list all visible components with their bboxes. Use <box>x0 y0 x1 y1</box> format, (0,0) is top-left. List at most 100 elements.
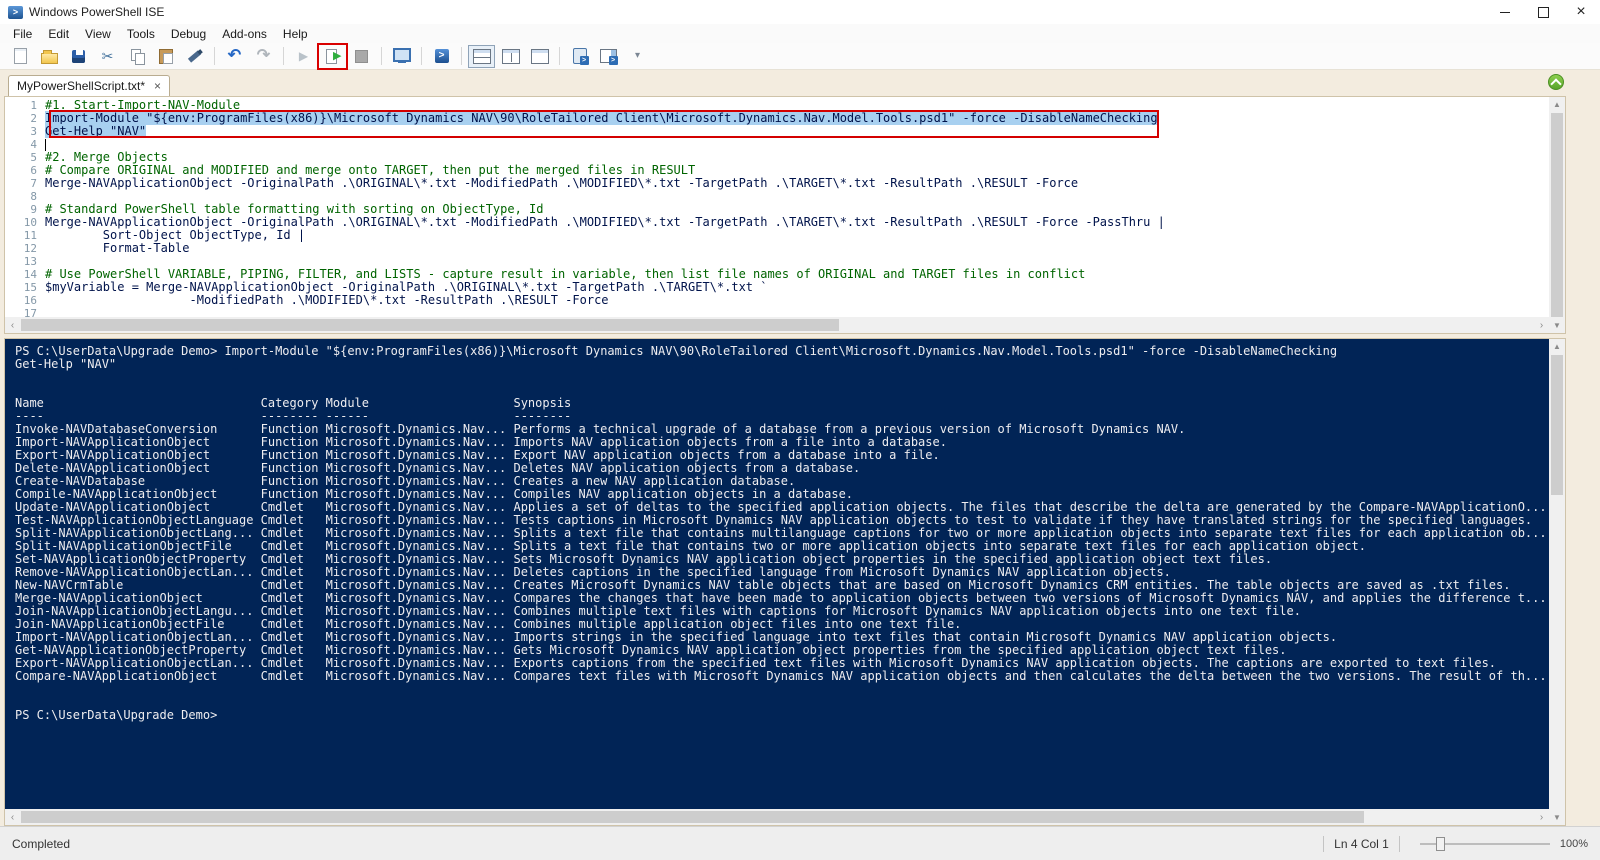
table-row: Invoke-NAVDatabaseConversionFunctionMicr… <box>15 423 1549 436</box>
table-header-category: Category <box>261 397 326 410</box>
console-zone: PS C:\UserData\Upgrade Demo> Import-Modu… <box>4 338 1566 826</box>
show-script-pane-right-button[interactable] <box>497 45 524 68</box>
scroll-left-icon[interactable]: ‹ <box>5 317 20 333</box>
console-output[interactable]: PS C:\UserData\Upgrade Demo> Import-Modu… <box>5 339 1549 809</box>
console-vscroll-thumb[interactable] <box>1551 355 1563 495</box>
show-script-pane-top-button[interactable] <box>468 45 495 68</box>
menu-item-file[interactable]: File <box>6 25 39 43</box>
console-hscroll-thumb[interactable] <box>21 811 1364 823</box>
tab-strip: MyPowerShellScript.txt* × <box>4 70 1566 96</box>
scroll-down-icon[interactable]: ▼ <box>1549 810 1565 825</box>
table-row: Compile-NAVApplicationObjectFunctionMicr… <box>15 488 1549 501</box>
table-row-module: Microsoft.Dynamics.Nav... <box>326 501 514 514</box>
editor-hscroll-thumb[interactable] <box>21 319 839 331</box>
restore-button[interactable] <box>1524 0 1562 24</box>
table-row-module: Microsoft.Dynamics.Nav... <box>326 514 514 527</box>
console-vertical-scrollbar[interactable]: ▲ ▼ <box>1549 339 1565 825</box>
line-number: 10 <box>5 216 45 229</box>
line-number: 2 <box>5 112 45 125</box>
close-button[interactable] <box>1562 0 1600 24</box>
table-row-synopsis: Compares the changes that have been made… <box>513 592 1549 605</box>
console-command-line: PS C:\UserData\Upgrade Demo> Import-Modu… <box>15 345 1549 358</box>
minimize-button[interactable] <box>1486 0 1524 24</box>
scroll-down-icon[interactable]: ▼ <box>1549 318 1565 333</box>
table-row-category: Cmdlet <box>261 592 326 605</box>
editor-vscroll-thumb[interactable] <box>1551 113 1563 317</box>
console-line <box>15 696 1549 709</box>
table-underline-synopsis: -------- <box>513 410 1549 423</box>
table-header: NameCategoryModuleSynopsis <box>15 397 1549 410</box>
table-header-synopsis: Synopsis <box>513 397 1549 410</box>
new-script-button[interactable] <box>7 45 34 68</box>
editor-horizontal-scrollbar[interactable]: ‹ › <box>5 317 1549 333</box>
table-row: Update-NAVApplicationObjectCmdletMicroso… <box>15 501 1549 514</box>
menu-item-debug[interactable]: Debug <box>164 25 213 43</box>
table-row-synopsis: Compiles NAV application objects in a da… <box>513 488 1549 501</box>
stop-operation-button[interactable] <box>348 45 375 68</box>
copy-button[interactable] <box>123 45 150 68</box>
script-editor[interactable]: 1#1. Start-Import-NAV-Module2Import-Modu… <box>5 97 1549 317</box>
table-row: Create-NAVDatabaseFunctionMicrosoft.Dyna… <box>15 475 1549 488</box>
editor-vertical-scrollbar[interactable]: ▲ ▼ <box>1549 97 1565 333</box>
code-text: Merge-NAVApplicationObject -OriginalPath… <box>45 177 1078 190</box>
scroll-up-icon[interactable]: ▲ <box>1549 339 1565 354</box>
toolbar-separator <box>559 47 560 65</box>
code-text: Import-Module "${env:ProgramFiles(x86)}\… <box>45 112 1158 125</box>
line-number: 16 <box>5 294 45 307</box>
table-row-name: Join-NAVApplicationObjectLangu... <box>15 605 261 618</box>
console-horizontal-scrollbar[interactable]: ‹ › <box>5 809 1549 825</box>
run-script-button[interactable] <box>290 45 317 68</box>
table-row-name: Compare-NAVApplicationObject <box>15 670 261 683</box>
collapse-script-pane-button[interactable] <box>1548 74 1564 90</box>
table-row-synopsis: Compares text files with Microsoft Dynam… <box>513 670 1549 683</box>
open-script-button[interactable] <box>36 45 63 68</box>
save-button[interactable] <box>65 45 92 68</box>
zoom-slider-thumb[interactable] <box>1436 837 1445 851</box>
line-number: 17 <box>5 307 45 317</box>
show-script-pane-maximized-button[interactable] <box>526 45 553 68</box>
table-row-category: Cmdlet <box>261 670 326 683</box>
copy-icon <box>128 47 146 65</box>
table-row-module: Microsoft.Dynamics.Nav... <box>326 436 514 449</box>
show-command-window-button[interactable] <box>566 45 593 68</box>
stop-operation-icon <box>353 47 371 65</box>
table-row-name: Split-NAVApplicationObjectLang... <box>15 527 261 540</box>
toolbar <box>0 43 1600 70</box>
table-row-module: Microsoft.Dynamics.Nav... <box>326 462 514 475</box>
table-row-name: Split-NAVApplicationObjectFile <box>15 540 261 553</box>
table-row-module: Microsoft.Dynamics.Nav... <box>326 644 514 657</box>
menu-item-view[interactable]: View <box>78 25 118 43</box>
table-row-name: Update-NAVApplicationObject <box>15 501 261 514</box>
menu-item-tools[interactable]: Tools <box>120 25 162 43</box>
scroll-up-icon[interactable]: ▲ <box>1549 97 1565 112</box>
table-row-module: Microsoft.Dynamics.Nav... <box>326 631 514 644</box>
script-tab[interactable]: MyPowerShellScript.txt* × <box>8 75 170 96</box>
run-selection-button[interactable] <box>319 45 346 68</box>
redo-button[interactable] <box>250 45 277 68</box>
table-row-name: Import-NAVApplicationObjectLan... <box>15 631 261 644</box>
table-row-module: Microsoft.Dynamics.Nav... <box>326 605 514 618</box>
paste-button[interactable] <box>152 45 179 68</box>
table-row-synopsis: Tests captions in Microsoft Dynamics NAV… <box>513 514 1549 527</box>
table-row: Import-NAVApplicationObjectLan...CmdletM… <box>15 631 1549 644</box>
window-title: Windows PowerShell ISE <box>29 5 164 19</box>
show-script-pane-top-icon <box>473 47 491 65</box>
menu-item-help[interactable]: Help <box>276 25 315 43</box>
editor-line: 16 -ModifiedPath .\MODIFIED\*.txt -Resul… <box>5 294 1549 307</box>
clear-console-button[interactable] <box>181 45 208 68</box>
scroll-right-icon[interactable]: › <box>1534 317 1549 333</box>
scroll-right-icon[interactable]: › <box>1534 809 1549 825</box>
tab-close-icon[interactable]: × <box>154 80 161 92</box>
cut-button[interactable] <box>94 45 121 68</box>
start-powershell-button[interactable] <box>428 45 455 68</box>
line-number: 13 <box>5 255 45 268</box>
scroll-left-icon[interactable]: ‹ <box>5 809 20 825</box>
toolbar-overflow-button[interactable] <box>624 45 651 68</box>
table-row-category: Function <box>261 449 326 462</box>
new-remote-powershell-tab-button[interactable] <box>388 45 415 68</box>
undo-button[interactable] <box>221 45 248 68</box>
menu-item-edit[interactable]: Edit <box>41 25 76 43</box>
zoom-slider[interactable] <box>1420 836 1550 852</box>
show-command-addon-button[interactable] <box>595 45 622 68</box>
menu-item-add-ons[interactable]: Add-ons <box>215 25 274 43</box>
